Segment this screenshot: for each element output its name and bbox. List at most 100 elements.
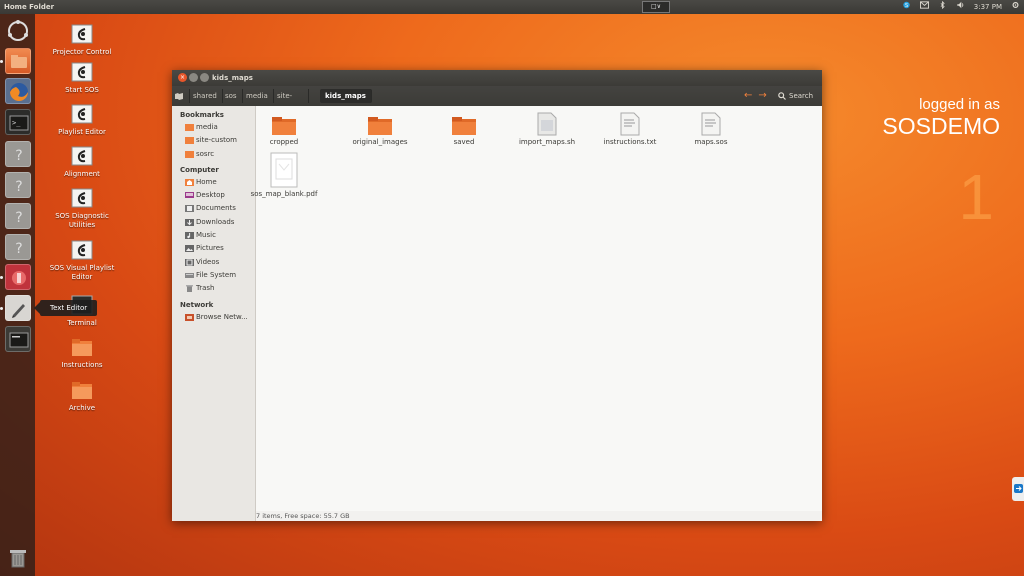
sidebar-header-network: Network bbox=[180, 300, 214, 309]
sidebar-header-computer: Computer bbox=[180, 165, 219, 174]
unknown-app-icon[interactable]: ? bbox=[5, 141, 31, 167]
file-item-cropped[interactable]: cropped bbox=[244, 116, 324, 146]
sidebar-item-file-system[interactable]: File System bbox=[172, 269, 255, 282]
file-name: saved bbox=[453, 138, 475, 146]
crumb-sos[interactable]: sos bbox=[220, 89, 243, 103]
sos-icon bbox=[71, 188, 93, 208]
system-tray: S 3:37 PM bbox=[902, 0, 1020, 14]
sidebar-item-media[interactable]: media bbox=[172, 121, 255, 134]
teamviewer-icon[interactable] bbox=[1012, 477, 1024, 501]
forward-arrow-icon[interactable]: → bbox=[758, 89, 766, 103]
crumb-media[interactable]: media bbox=[241, 89, 274, 103]
back-arrow-icon[interactable]: ← bbox=[744, 89, 752, 103]
svg-text:?: ? bbox=[15, 179, 22, 195]
file-item-maps-sos[interactable]: maps.sos bbox=[671, 112, 751, 146]
minimize-button[interactable] bbox=[189, 73, 198, 82]
crumb-kids-maps[interactable]: kids_maps bbox=[320, 89, 372, 103]
unknown-app-icon[interactable]: ? bbox=[5, 234, 31, 260]
svg-text:?: ? bbox=[15, 241, 22, 257]
documents-icon bbox=[185, 205, 194, 213]
sos-icon bbox=[71, 240, 93, 260]
sidebar-item-desktop[interactable]: Desktop bbox=[172, 189, 255, 202]
file-view: cropped original_images saved import_map… bbox=[251, 106, 822, 511]
folder-icon bbox=[452, 117, 476, 135]
close-button[interactable]: × bbox=[178, 73, 187, 82]
desktop-icon-instructions[interactable]: Instructions bbox=[42, 337, 122, 370]
file-name: cropped bbox=[269, 138, 299, 146]
folder-icon bbox=[185, 150, 194, 158]
top-panel: Home Folder □∨ S 3:37 PM bbox=[0, 0, 1024, 14]
script-file-icon bbox=[537, 112, 557, 136]
file-item-original-images[interactable]: original_images bbox=[340, 116, 420, 146]
sidebar-item-browse-network[interactable]: Browse Netw... bbox=[172, 311, 255, 324]
file-item-instructions-txt[interactable]: instructions.txt bbox=[590, 112, 670, 146]
desktop-icon-projector-control[interactable]: Projector Control bbox=[42, 24, 122, 57]
desktop-icon-label: Archive bbox=[68, 404, 96, 412]
trash-icon bbox=[186, 285, 193, 293]
sidebar-item-documents[interactable]: Documents bbox=[172, 202, 255, 215]
volume-icon[interactable] bbox=[956, 0, 965, 14]
sidebar-item-sosrc[interactable]: sosrc bbox=[172, 148, 255, 161]
desktop-icon-playlist-editor[interactable]: Playlist Editor bbox=[42, 104, 122, 137]
sidebar-item-site-custom[interactable]: site-custom bbox=[172, 134, 255, 147]
window-titlebar[interactable]: × kids_maps bbox=[172, 70, 822, 86]
launcher-tooltip: Text Editor bbox=[33, 300, 98, 316]
presentation-app-icon[interactable] bbox=[5, 264, 31, 290]
sos-icon bbox=[71, 104, 93, 124]
unknown-app-icon[interactable]: ? bbox=[5, 172, 31, 198]
home-crumb-icon[interactable] bbox=[169, 89, 190, 103]
text-editor-icon[interactable] bbox=[5, 295, 31, 321]
sidebar-item-pictures[interactable]: Pictures bbox=[172, 242, 255, 255]
desktop-icon bbox=[185, 192, 194, 199]
running-indicator bbox=[0, 307, 3, 310]
toolbar: shared sos media site-custom kids_maps ←… bbox=[169, 86, 822, 114]
music-icon bbox=[185, 232, 194, 240]
desktop-icon-sos-visual-playlist-editor[interactable]: SOS Visual Playlist Editor bbox=[42, 240, 122, 282]
file-item-saved[interactable]: saved bbox=[424, 116, 504, 146]
crumb-shared[interactable]: shared bbox=[188, 89, 223, 103]
crumb-site-custom[interactable]: site-custom bbox=[272, 89, 309, 114]
sidebar-item-music[interactable]: Music bbox=[172, 229, 255, 242]
terminal-icon[interactable] bbox=[5, 326, 31, 352]
sidebar-item-downloads[interactable]: Downloads bbox=[172, 216, 255, 229]
downloads-icon bbox=[185, 218, 194, 226]
search-button[interactable]: Search bbox=[778, 89, 813, 103]
file-name: original_images bbox=[352, 138, 408, 146]
folder-icon bbox=[185, 137, 194, 145]
sidebar-item-trash[interactable]: Trash bbox=[172, 282, 255, 295]
sidebar-item-home[interactable]: Home bbox=[172, 176, 255, 189]
unknown-app-icon[interactable]: ? bbox=[5, 203, 31, 229]
keyboard-indicator[interactable]: □∨ bbox=[642, 1, 670, 13]
files-icon[interactable] bbox=[5, 48, 31, 74]
file-item-sos-map-blank-pdf[interactable]: sos_map_blank.pdf bbox=[244, 152, 324, 198]
file-item-import-maps-sh[interactable]: import_maps.sh bbox=[507, 112, 587, 146]
login-username: SOSDEMO bbox=[882, 113, 1000, 139]
desktop-icon-archive[interactable]: Archive bbox=[42, 380, 122, 413]
maximize-button[interactable] bbox=[200, 73, 209, 82]
gear-icon[interactable] bbox=[1011, 0, 1020, 14]
skype-icon[interactable]: S bbox=[902, 0, 911, 14]
svg-text:?: ? bbox=[15, 148, 22, 164]
ubuntu-dash-icon[interactable] bbox=[5, 18, 31, 44]
window-title: kids_maps bbox=[212, 74, 253, 82]
network-icon bbox=[185, 313, 194, 321]
svg-text:>_: >_ bbox=[12, 119, 21, 127]
desktop-icon-alignment[interactable]: Alignment bbox=[42, 146, 122, 179]
file-manager-window: × kids_maps shared sos media site-custom… bbox=[172, 70, 822, 521]
home-folder-icon bbox=[185, 178, 194, 186]
file-name: instructions.txt bbox=[603, 138, 657, 146]
clock[interactable]: 3:37 PM bbox=[974, 0, 1002, 14]
running-indicator bbox=[0, 276, 3, 279]
pictures-icon bbox=[185, 245, 194, 253]
trash-icon[interactable] bbox=[5, 545, 31, 571]
sidebar-item-videos[interactable]: Videos bbox=[172, 256, 255, 269]
desktop-icon-label: Instructions bbox=[61, 361, 103, 369]
desktop-icon-start-sos[interactable]: Start SOS bbox=[42, 62, 122, 95]
mail-icon[interactable] bbox=[919, 0, 929, 14]
desktop-icon-sos-diagnostic-utilities[interactable]: SOS Diagnostic Utilities bbox=[42, 188, 122, 230]
login-banner: logged in as SOSDEMO bbox=[882, 96, 1000, 140]
desktop-icon-label: SOS Visual Playlist Editor bbox=[49, 264, 115, 281]
firefox-icon[interactable] bbox=[5, 78, 31, 104]
terminal-icon[interactable]: >_ bbox=[5, 109, 31, 135]
bluetooth-icon[interactable] bbox=[938, 0, 947, 14]
